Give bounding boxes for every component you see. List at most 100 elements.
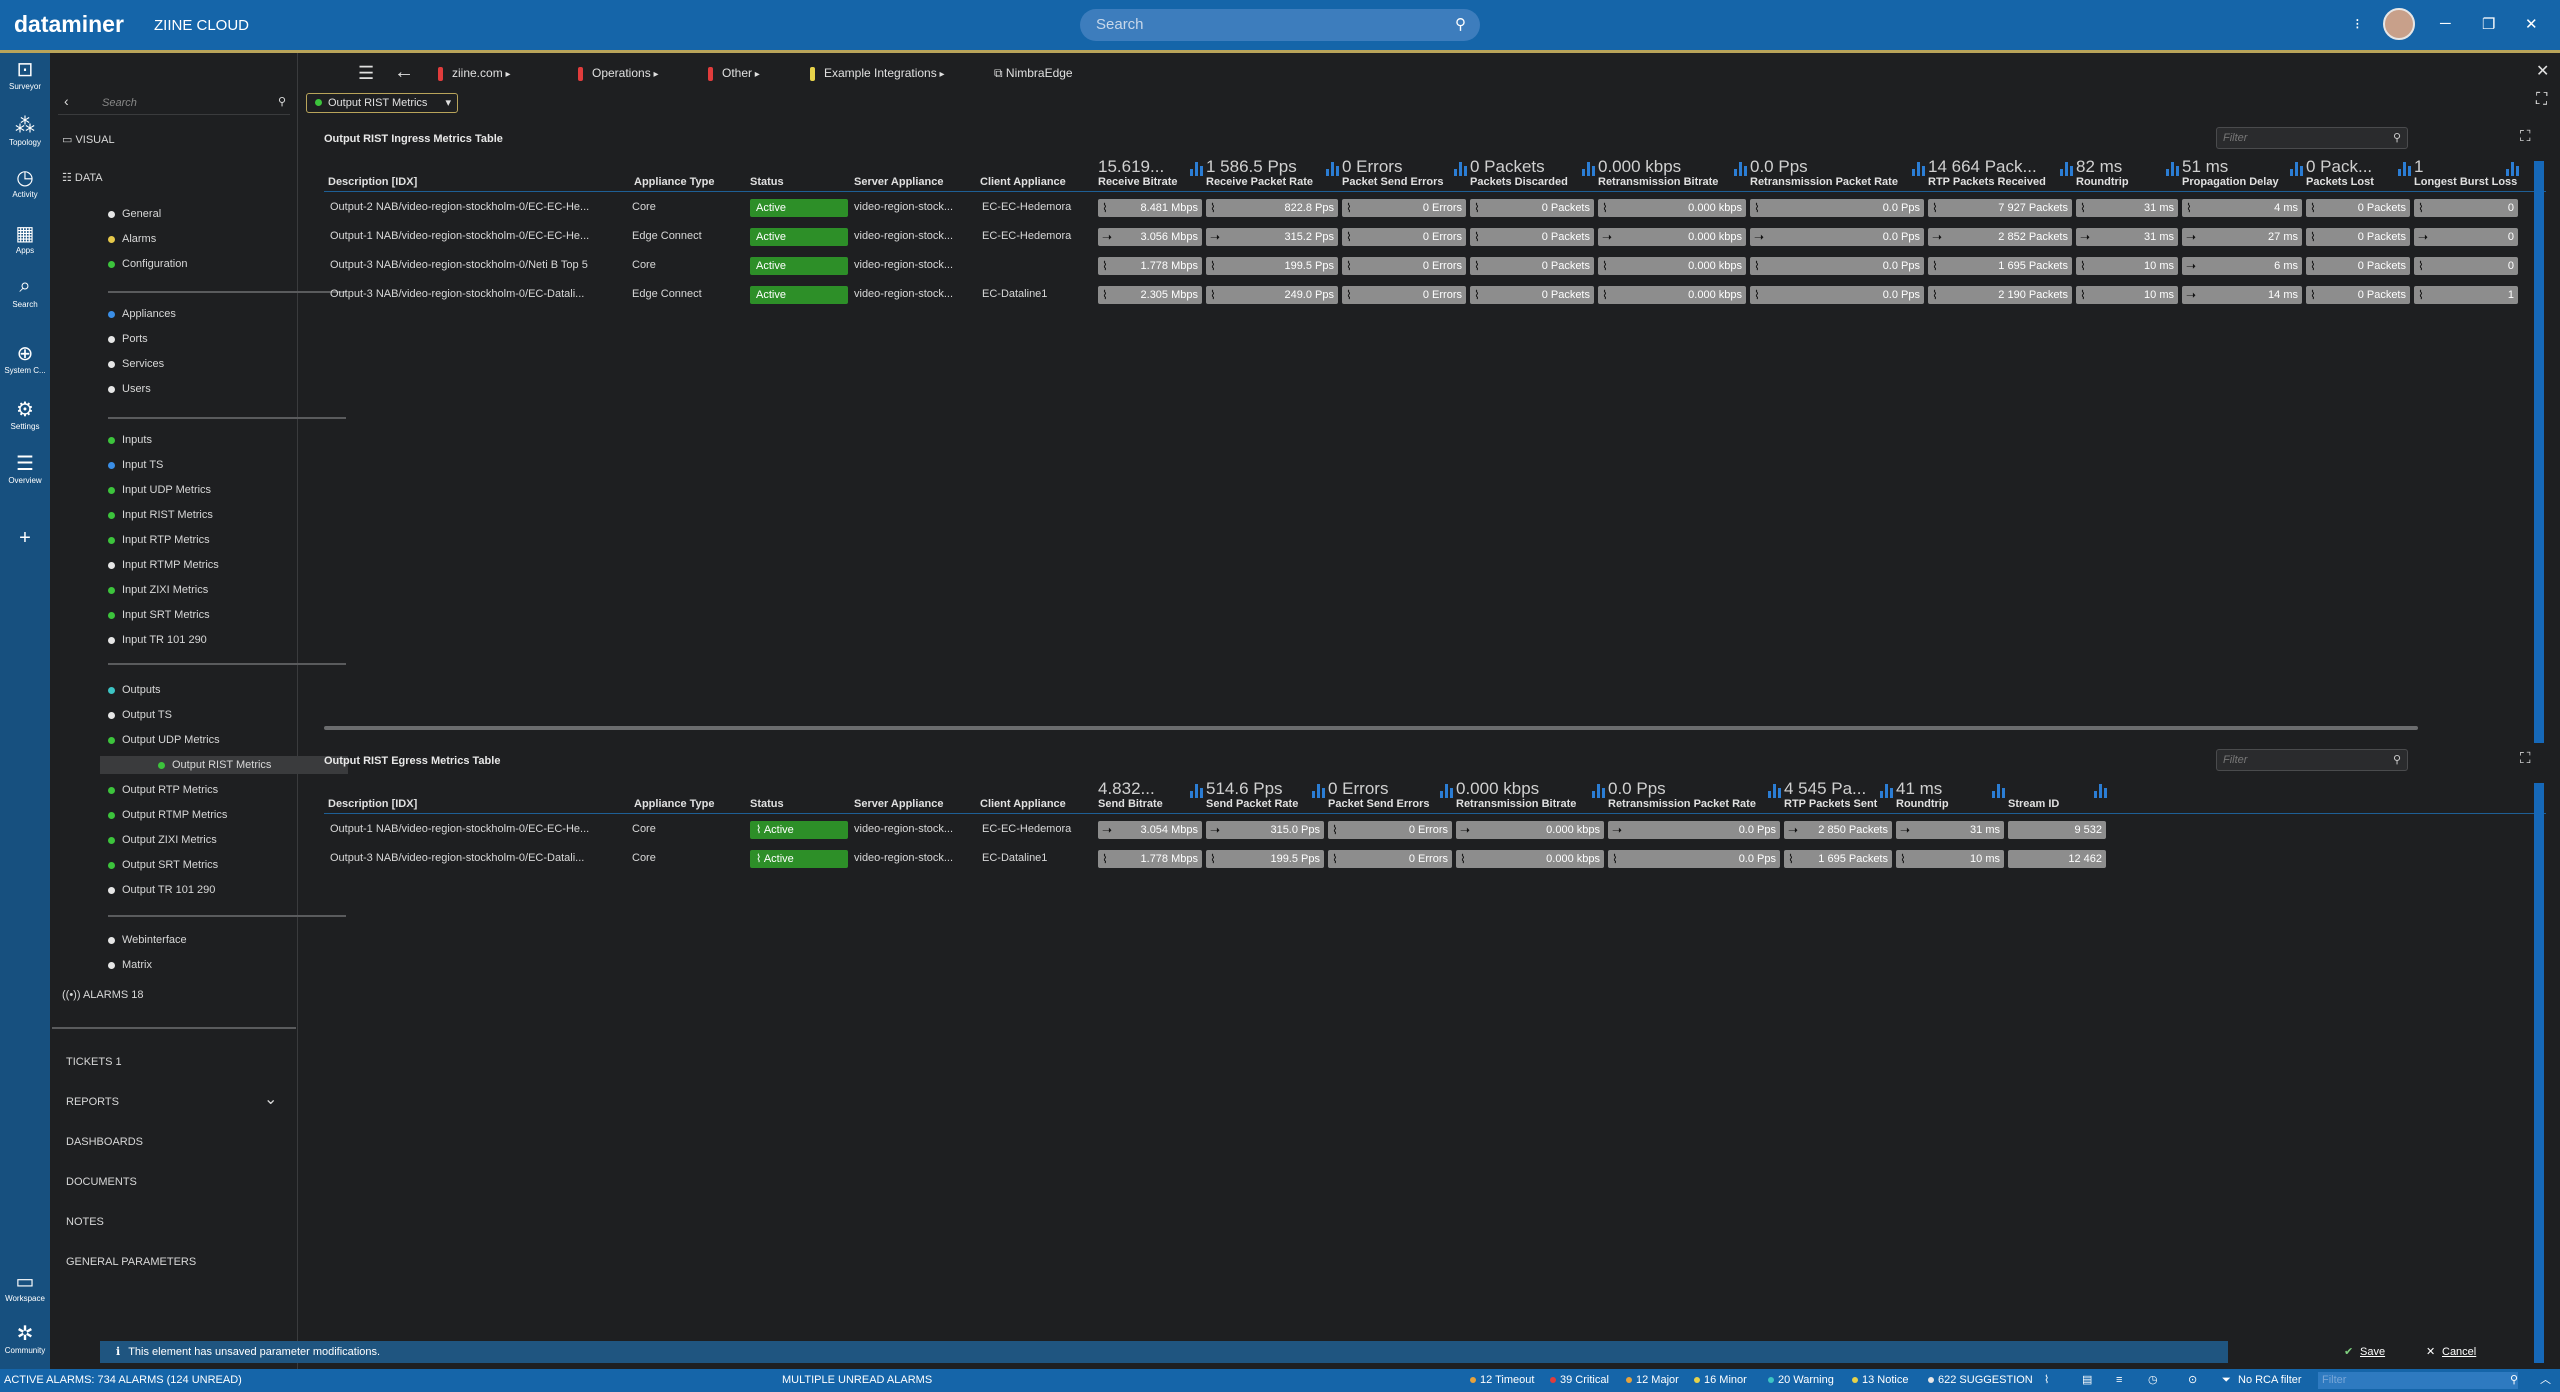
egress-header-rtp-packets-sent[interactable]: RTP Packets Sent (1784, 798, 1877, 810)
nav-tickets[interactable]: TICKETS 1 (66, 1056, 122, 1068)
trend-icon[interactable]: ⌇ (2418, 199, 2424, 217)
ingress-header-roundtrip[interactable]: Roundtrip (2076, 176, 2129, 188)
nav-item-matrix[interactable]: Matrix (108, 956, 152, 974)
hamburger-menu-icon[interactable]: ☰ (358, 63, 374, 84)
egress-header-roundtrip[interactable]: Roundtrip (1896, 798, 1949, 810)
trend-icon[interactable]: ⌇ (1332, 821, 1338, 839)
alarm-count-12-timeout[interactable]: 12 Timeout (1470, 1369, 1534, 1392)
trend-icon[interactable]: ⌇ (1210, 199, 1216, 217)
egress-header-retransmission-packet-rate[interactable]: Retransmission Packet Rate (1608, 798, 1756, 810)
arrow-right-icon[interactable]: ➝ (2080, 228, 2090, 246)
nav-visual[interactable]: ▭ VISUAL (62, 133, 115, 146)
ingress-header-retransmission-packet-rate[interactable]: Retransmission Packet Rate (1750, 176, 1898, 188)
egress-header-description-idx-[interactable]: Description [IDX] (328, 798, 417, 810)
nav-item-input-ts[interactable]: Input TS (108, 456, 163, 474)
nav-item-services[interactable]: Services (108, 355, 164, 373)
trend-icon[interactable]: ⌇ (2080, 257, 2086, 275)
column-stats-icon[interactable] (1912, 162, 1926, 176)
nav-alarms[interactable]: ((•)) ALARMS 18 (62, 989, 143, 1001)
sort-icon[interactable]: ≡ (2116, 1369, 2122, 1392)
arrow-right-icon[interactable]: ➝ (1612, 821, 1622, 839)
trend-icon[interactable]: ⌇ (2310, 228, 2316, 246)
arrow-right-icon[interactable]: ➝ (2186, 286, 2196, 304)
close-card-icon[interactable]: ✕ (2536, 61, 2549, 81)
active-alarms-status[interactable]: ACTIVE ALARMS: 734 ALARMS (124 UNREAD) (4, 1369, 242, 1392)
nav-item-alarms[interactable]: Alarms (108, 230, 156, 248)
egress-header-packet-send-errors[interactable]: Packet Send Errors (1328, 798, 1430, 810)
nav-reports[interactable]: REPORTS (66, 1096, 119, 1108)
ingress-header-receive-packet-rate[interactable]: Receive Packet Rate (1206, 176, 1313, 188)
nav-item-appliances[interactable]: Appliances (108, 305, 176, 323)
nav-general-parameters[interactable]: GENERAL PARAMETERS (66, 1256, 196, 1268)
back-icon[interactable]: ‹ (64, 93, 69, 109)
trend-icon[interactable]: ⌇ (2418, 286, 2424, 304)
arrow-right-icon[interactable]: ➝ (1788, 821, 1798, 839)
egress-filter-input[interactable]: Filter ⚲ (2216, 749, 2408, 771)
column-stats-icon[interactable] (2398, 162, 2412, 176)
search-icon[interactable]: ⚲ (2510, 1369, 2518, 1392)
filter-icon[interactable]: ⏷ (2222, 1369, 2231, 1392)
trend-icon[interactable]: ⌇ (2418, 257, 2424, 275)
maximize-table-icon[interactable]: ⛶ (2520, 128, 2531, 145)
breadcrumb-item-other[interactable]: Other ▸ (708, 66, 760, 81)
left-rail-item-settings[interactable]: ⚙ Settings (0, 397, 50, 431)
egress-header-send-bitrate[interactable]: Send Bitrate (1098, 798, 1163, 810)
ingress-header-propagation-delay[interactable]: Propagation Delay (2182, 176, 2279, 188)
search-icon[interactable]: ⚲ (2393, 128, 2401, 148)
breadcrumb-item-operations[interactable]: Operations ▸ (578, 66, 659, 81)
trend-icon[interactable]: ⌇ (1346, 228, 1352, 246)
column-stats-icon[interactable] (1312, 784, 1326, 798)
column-stats-icon[interactable] (1582, 162, 1596, 176)
avatar[interactable] (2383, 8, 2415, 40)
ingress-vertical-scrollbar[interactable] (2534, 161, 2544, 743)
ingress-header-retransmission-bitrate[interactable]: Retransmission Bitrate (1598, 176, 1718, 188)
nav-item-configuration[interactable]: Configuration (108, 255, 187, 273)
clock-icon[interactable]: ◷ (2148, 1369, 2158, 1392)
left-rail-item-add[interactable]: + (0, 527, 50, 552)
trend-icon[interactable]: ⌇ (1602, 199, 1608, 217)
column-stats-icon[interactable] (2166, 162, 2180, 176)
nav-documents[interactable]: DOCUMENTS (66, 1176, 137, 1188)
trend-icon[interactable]: ⌇ (1754, 257, 1760, 275)
trend-icon[interactable]: ⌇ (2186, 199, 2192, 217)
left-rail-item-search[interactable]: ⌕ Search (0, 275, 50, 309)
nav-item-output-srt-metrics[interactable]: Output SRT Metrics (108, 856, 218, 874)
trend-icon[interactable]: ⌇ (2310, 257, 2316, 275)
user-menu-icon[interactable]: ⁝ (2355, 15, 2360, 33)
trend-icon[interactable]: ⌇ (2310, 286, 2316, 304)
nav-item-input-srt-metrics[interactable]: Input SRT Metrics (108, 606, 210, 624)
maximize-card-icon[interactable]: ⛶ (2536, 91, 2547, 109)
trend-icon[interactable]: ⌇ (1474, 257, 1480, 275)
alarm-count-16-minor[interactable]: 16 Minor (1694, 1369, 1747, 1392)
trend-icon[interactable]: ⌇ (1210, 286, 1216, 304)
alarm-count-39-critical[interactable]: 39 Critical (1550, 1369, 1609, 1392)
column-stats-icon[interactable] (1880, 784, 1894, 798)
nav-item-output-tr-101-290[interactable]: Output TR 101 290 (108, 881, 215, 899)
ingress-horizontal-scrollbar[interactable] (324, 726, 2418, 730)
search-icon[interactable]: ⚲ (278, 95, 286, 108)
nav-dashboards[interactable]: DASHBOARDS (66, 1136, 143, 1148)
arrow-right-icon[interactable]: ➝ (2186, 228, 2196, 246)
trend-icon[interactable]: ⌇ (1346, 199, 1352, 217)
ingress-header-server-appliance[interactable]: Server Appliance (854, 176, 943, 188)
egress-header-send-packet-rate[interactable]: Send Packet Rate (1206, 798, 1298, 810)
nav-item-input-rist-metrics[interactable]: Input RIST Metrics (108, 506, 213, 524)
focus-icon[interactable]: ⊙ (2188, 1369, 2197, 1392)
nav-notes[interactable]: NOTES (66, 1216, 104, 1228)
egress-header-retransmission-bitrate[interactable]: Retransmission Bitrate (1456, 798, 1576, 810)
trend-icon[interactable]: ⌇ (1102, 199, 1108, 217)
column-stats-icon[interactable] (1992, 784, 2006, 798)
trend-icon[interactable]: ⌇ (1754, 286, 1760, 304)
nav-item-output-rtmp-metrics[interactable]: Output RTMP Metrics (108, 806, 227, 824)
alarm-count-20-warning[interactable]: 20 Warning (1768, 1369, 1834, 1392)
breadcrumb-item-example-integrations[interactable]: Example Integrations ▸ (810, 66, 945, 81)
ingress-header-packets-lost[interactable]: Packets Lost (2306, 176, 2374, 188)
nav-item-input-zixi-metrics[interactable]: Input ZIXI Metrics (108, 581, 208, 599)
trend-icon[interactable]: ⌇ (1612, 850, 1618, 868)
trend-icon[interactable]: ⌇ (1346, 257, 1352, 275)
nav-item-output-ts[interactable]: Output TS (108, 706, 172, 724)
trend-icon[interactable]: ⌇ (2044, 1369, 2049, 1392)
left-rail-item-workspace[interactable]: ▭ Workspace (0, 1269, 50, 1303)
nav-item-users[interactable]: Users (108, 380, 151, 398)
alarm-count-12-major[interactable]: 12 Major (1626, 1369, 1679, 1392)
